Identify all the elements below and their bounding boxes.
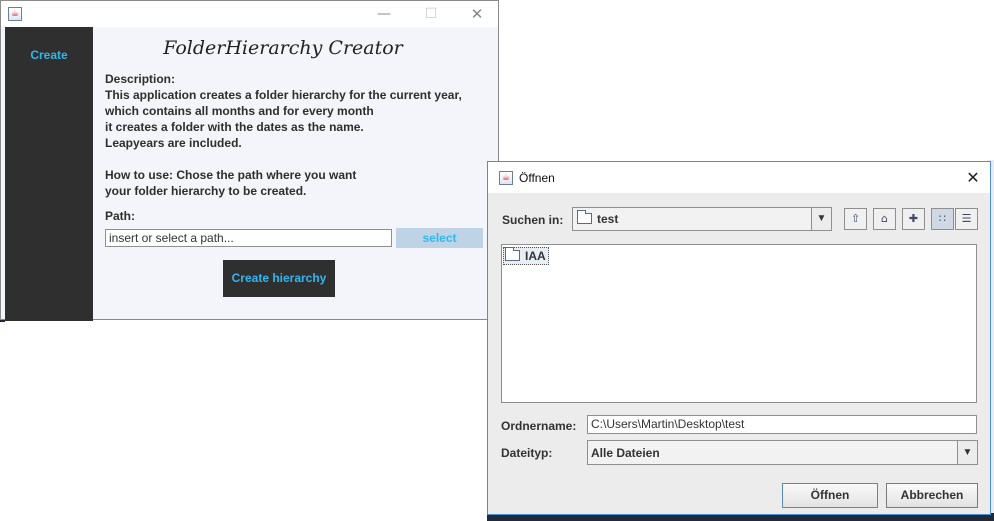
description-line: This application creates a folder hierar…	[105, 88, 462, 102]
folder-name-label: Ordnername:	[501, 419, 577, 433]
java-app-icon: ☕	[8, 7, 22, 21]
file-type-combobox[interactable]: Alle Dateien ▼	[587, 440, 978, 465]
description-line: which contains all months and for every …	[105, 104, 374, 118]
dialog-title: Öffnen	[519, 171, 555, 185]
open-dialog-titlebar[interactable]: ☕ Öffnen ✕	[488, 162, 990, 193]
sidebar-item-create[interactable]: Create	[5, 48, 93, 62]
look-in-value: test	[597, 212, 619, 226]
path-input[interactable]: insert or select a path...	[105, 229, 392, 247]
cancel-button[interactable]: Abbrechen	[886, 483, 978, 508]
create-hierarchy-button[interactable]: Create hierarchy	[223, 260, 335, 297]
file-name: IAA	[525, 249, 546, 263]
look-in-label: Suchen in:	[502, 213, 564, 227]
file-type-value: Alle Dateien	[591, 446, 660, 460]
folder-name-field[interactable]: C:\Users\Martin\Desktop\test	[587, 415, 977, 434]
file-list[interactable]: IAA	[501, 244, 977, 403]
main-window: ☕ — ☐ ✕ Create FolderHierarchy Creator D…	[0, 0, 499, 321]
how-to-use-line: How to use: Chose the path where you wan…	[105, 168, 357, 182]
list-view-icon[interactable]: ∷	[931, 208, 954, 230]
close-button[interactable]: ✕	[457, 1, 497, 27]
maximize-button[interactable]: ☐	[411, 1, 451, 27]
java-app-icon: ☕	[499, 171, 513, 185]
chevron-down-icon[interactable]: ▼	[811, 208, 831, 230]
file-type-label: Dateityp:	[501, 446, 553, 460]
details-view-icon[interactable]: ☰	[955, 208, 978, 230]
close-icon[interactable]: ✕	[958, 165, 988, 191]
main-window-titlebar[interactable]: ☕ — ☐ ✕	[1, 1, 498, 27]
open-dialog: ☕ Öffnen ✕ Suchen in: test ▼ ⇧ ⌂ ✚ ∷ ☰ I…	[487, 161, 991, 515]
app-title: FolderHierarchy Creator	[163, 37, 403, 59]
description-line: it creates a folder with the dates as th…	[105, 120, 364, 134]
open-button[interactable]: Öffnen	[782, 483, 878, 508]
select-button[interactable]: select	[396, 228, 483, 248]
how-to-use-line: your folder hierarchy to be created.	[105, 184, 307, 198]
path-label: Path:	[105, 209, 135, 223]
list-item[interactable]: IAA	[503, 247, 549, 265]
folder-icon	[577, 210, 592, 224]
folder-icon	[505, 247, 520, 261]
sidebar: Create	[5, 27, 93, 321]
up-one-level-icon[interactable]: ⇧	[844, 208, 867, 230]
home-icon[interactable]: ⌂	[873, 208, 896, 230]
chevron-down-icon[interactable]: ▼	[957, 441, 977, 464]
description-label: Description:	[105, 72, 176, 86]
minimize-button[interactable]: —	[364, 1, 404, 27]
new-folder-icon[interactable]: ✚	[902, 208, 925, 230]
description-line: Leapyears are included.	[105, 136, 242, 150]
look-in-combobox[interactable]: test ▼	[572, 207, 832, 231]
